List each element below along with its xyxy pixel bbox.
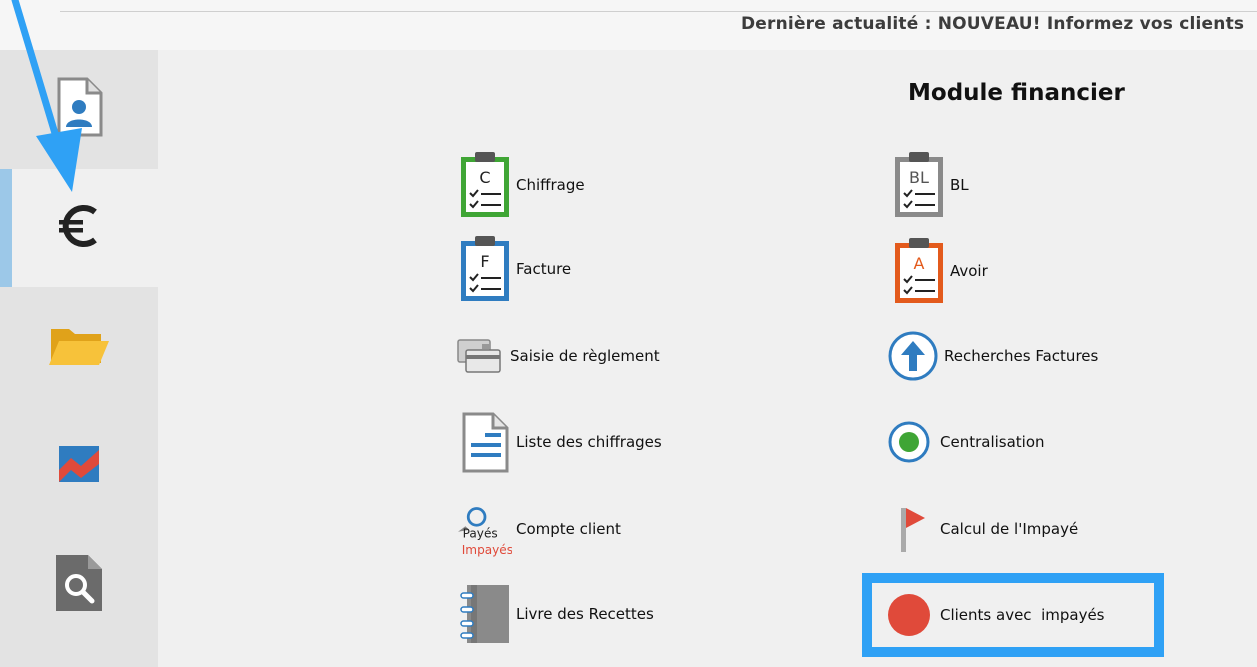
menu-avoir[interactable]: A Avoir <box>892 236 988 306</box>
menu-label: Avoir <box>950 262 988 280</box>
menu-recherches-factures[interactable]: Recherches Factures <box>886 321 1098 391</box>
sidebar-item-documents[interactable] <box>0 288 158 406</box>
folder-icon <box>47 321 111 373</box>
menu-label: Facture <box>516 260 572 278</box>
menu-label: Chiffrage <box>516 176 585 194</box>
flag-icon <box>882 494 936 564</box>
menu-centralisation[interactable]: Centralisation <box>882 407 1045 477</box>
menu-saisie-reglement[interactable]: Saisie de règlement <box>452 321 660 391</box>
menu-chiffrage[interactable]: C Chiffrage <box>458 150 585 220</box>
menu-label: Saisie de règlement <box>510 347 660 365</box>
chart-icon <box>57 444 101 488</box>
search-document-icon <box>54 553 104 617</box>
clipboard-f-icon: F <box>458 234 512 304</box>
highlight-frame <box>862 573 1164 657</box>
arrow-up-circle-icon <box>886 321 940 391</box>
menu-label: Calcul de l'Impayé <box>940 520 1079 538</box>
menu-label: Liste des chiffrages <box>516 433 662 451</box>
news-ticker[interactable]: Dernière actualité : NOUVEAU! Informez v… <box>741 14 1244 34</box>
clipboard-c-icon: C <box>458 150 512 220</box>
user-document-icon <box>55 77 103 141</box>
radio-dot-icon <box>882 407 936 477</box>
clipboard-letter: A <box>914 254 925 273</box>
menu-label: Livre des Recettes <box>516 605 654 623</box>
page-title: Module financier <box>908 80 1125 106</box>
top-bar: Dernière actualité : NOUVEAU! Informez v… <box>0 0 1257 50</box>
clipboard-letter: C <box>479 168 490 187</box>
menu-label: Compte client <box>516 520 621 538</box>
menu-facture[interactable]: F Facture <box>458 234 571 304</box>
payes-impayes-icon: Payés Impayés <box>458 494 512 564</box>
payes-text: Payés <box>463 526 498 540</box>
document-list-icon <box>458 407 512 477</box>
menu-livre-recettes[interactable]: Livre des Recettes <box>458 579 654 649</box>
notebook-icon <box>458 579 512 649</box>
menu-compte-client[interactable]: Payés Impayés Compte client <box>458 494 621 564</box>
clipboard-a-icon: A <box>892 236 946 306</box>
sidebar-item-statistics[interactable] <box>0 407 158 525</box>
sidebar <box>0 50 158 667</box>
menu-liste-chiffrages[interactable]: Liste des chiffrages <box>458 407 662 477</box>
impayes-text: Impayés <box>462 543 512 557</box>
menu-calcul-impaye[interactable]: Calcul de l'Impayé <box>882 494 1078 564</box>
menu-label: BL <box>950 176 969 194</box>
clipboard-bl-icon: BL <box>892 150 946 220</box>
credit-card-icon <box>452 321 506 391</box>
top-divider <box>60 11 1257 12</box>
menu-label: Recherches Factures <box>944 347 1099 365</box>
clipboard-letter: F <box>480 252 489 271</box>
sidebar-item-finance[interactable] <box>0 169 158 287</box>
menu-bl[interactable]: BL BL <box>892 150 969 220</box>
menu-label: Centralisation <box>940 433 1045 451</box>
sidebar-item-search[interactable] <box>0 526 158 644</box>
clipboard-letter: BL <box>909 168 929 187</box>
euro-icon <box>55 202 103 254</box>
sidebar-item-clients[interactable] <box>0 50 158 168</box>
